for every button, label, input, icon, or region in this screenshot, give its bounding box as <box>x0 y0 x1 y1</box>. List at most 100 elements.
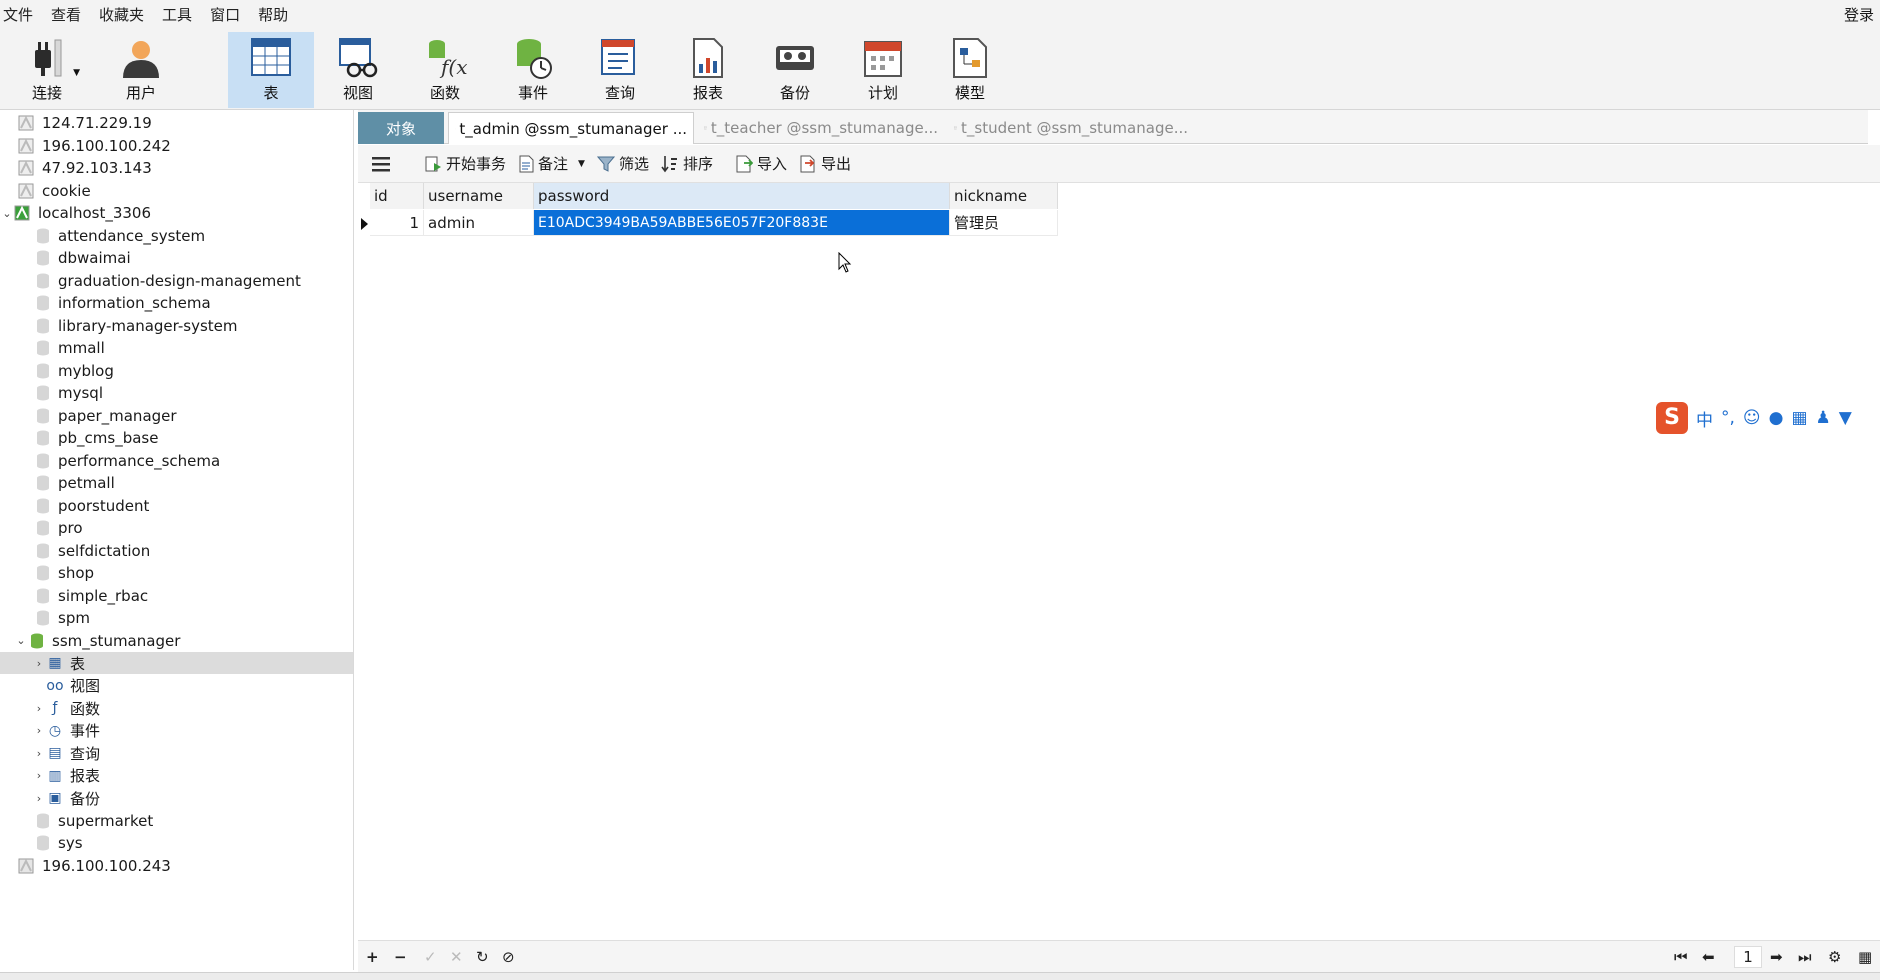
expand-toggle-icon[interactable]: ⌄ <box>14 634 28 647</box>
ime-mode-label[interactable]: 中 <box>1696 406 1713 431</box>
sogou-logo-icon[interactable]: S <box>1656 402 1688 434</box>
tree-database[interactable]: mysql <box>20 382 103 404</box>
tree-connection[interactable]: 124.71.229.19 <box>4 112 152 134</box>
gear-icon[interactable]: ⚙ <box>1828 948 1841 966</box>
cell-id[interactable]: 1 <box>370 210 424 236</box>
tree-database[interactable]: performance_schema <box>20 450 220 472</box>
add-record-button[interactable]: + <box>366 948 379 966</box>
hamburger-menu-button[interactable] <box>372 156 394 172</box>
tab-objects[interactable]: 对象 <box>358 112 444 144</box>
tree-database[interactable]: mmall <box>20 337 105 359</box>
import-button[interactable]: 导入 <box>735 153 787 174</box>
tree-database[interactable]: pb_cms_base <box>20 427 158 449</box>
tree-connection[interactable]: 196.100.100.242 <box>4 135 171 157</box>
tree-database[interactable]: selfdictation <box>20 540 150 562</box>
table-button[interactable]: 表 <box>228 32 314 108</box>
export-button[interactable]: 导出 <box>799 153 851 174</box>
next-page-icon[interactable]: ➡ <box>1770 948 1783 966</box>
tree-object-folder[interactable]: › ▥ 报表 <box>32 765 100 787</box>
discard-changes-button[interactable]: ✕ <box>450 948 463 966</box>
connect-button[interactable]: 连接 ▼ <box>4 32 90 108</box>
first-page-icon[interactable]: ⏮ <box>1674 948 1688 966</box>
punctuation-icon[interactable]: °, <box>1721 408 1735 428</box>
cell-nickname[interactable]: 管理员 <box>950 210 1058 236</box>
column-header-id[interactable]: id <box>370 183 424 209</box>
function-button[interactable]: f(x) 函数 <box>402 32 488 108</box>
delete-record-button[interactable]: − <box>394 948 407 966</box>
tree-connection[interactable]: 196.100.100.243 <box>4 855 171 877</box>
tree-connection[interactable]: 47.92.103.143 <box>4 157 152 179</box>
tree-database[interactable]: sys <box>20 832 83 854</box>
menu-help[interactable]: 帮助 <box>258 4 306 25</box>
column-header-password[interactable]: password <box>534 183 950 209</box>
tab-t-admin[interactable]: t_admin @ssm_stumanager ... <box>448 112 694 144</box>
menu-tools[interactable]: 工具 <box>162 4 210 25</box>
column-header-username[interactable]: username <box>424 183 534 209</box>
tree-database-ssm-stumanager[interactable]: ⌄ ssm_stumanager <box>14 630 180 652</box>
tree-object-folder[interactable]: › ƒ 函数 <box>32 697 100 719</box>
refresh-icon[interactable]: ↻ <box>476 948 489 966</box>
tree-object-folder[interactable]: › ◷ 事件 <box>32 720 100 742</box>
keyboard-icon[interactable]: ▦ <box>1791 408 1807 428</box>
model-button[interactable]: 模型 <box>927 32 1013 108</box>
expand-toggle-icon[interactable]: › <box>32 792 46 805</box>
tree-database[interactable]: library-manager-system <box>20 315 238 337</box>
note-button[interactable]: 备注 ▼ <box>518 153 585 174</box>
tree-database[interactable]: spm <box>20 607 90 629</box>
schedule-button[interactable]: 计划 <box>840 32 926 108</box>
cell-password[interactable]: E10ADC3949BA59ABBE56E057F20F883E <box>534 210 950 236</box>
apply-changes-button[interactable]: ✓ <box>424 948 437 966</box>
microphone-icon[interactable]: ● <box>1769 408 1784 428</box>
tree-database[interactable]: paper_manager <box>20 405 177 427</box>
emoji-icon[interactable]: ☺ <box>1743 408 1761 428</box>
cell-username[interactable]: admin <box>424 210 534 236</box>
user-button[interactable]: 用户 <box>98 32 184 108</box>
tree-database[interactable]: dbwaimai <box>20 247 131 269</box>
grid-view-icon[interactable]: ▦ <box>1858 948 1872 966</box>
tree-object-folder[interactable]: oo 视图 <box>32 675 100 697</box>
tree-database[interactable]: simple_rbac <box>20 585 148 607</box>
begin-transaction-button[interactable]: 开始事务 <box>424 153 506 174</box>
skin-icon[interactable]: ▼ <box>1839 408 1852 428</box>
expand-toggle-icon[interactable]: ⌄ <box>0 207 14 220</box>
tab-t-student[interactable]: t_student @ssm_stumanage... <box>948 112 1194 144</box>
tab-t-teacher[interactable]: t_teacher @ssm_stumanage... <box>698 112 944 144</box>
expand-toggle-icon[interactable]: › <box>32 769 46 782</box>
menu-window[interactable]: 窗口 <box>210 4 258 25</box>
menu-view[interactable]: 查看 <box>51 4 99 25</box>
previous-page-icon[interactable]: ⬅ <box>1702 948 1715 966</box>
tree-database[interactable]: pro <box>20 517 83 539</box>
tree-object-folder[interactable]: › ▦ 表 <box>0 652 353 674</box>
tree-database[interactable]: petmall <box>20 472 115 494</box>
expand-toggle-icon[interactable]: › <box>32 724 46 737</box>
sort-button[interactable]: 排序 <box>661 153 713 174</box>
menu-file[interactable]: 文件 <box>0 4 51 25</box>
chevron-down-icon[interactable]: ▼ <box>578 159 585 169</box>
tree-connection[interactable]: cookie <box>4 180 91 202</box>
expand-toggle-icon[interactable]: › <box>32 657 46 670</box>
tree-database[interactable]: graduation-design-management <box>20 270 301 292</box>
backup-button[interactable]: 备份 <box>752 32 838 108</box>
filter-button[interactable]: 筛选 <box>596 153 649 174</box>
tree-database[interactable]: attendance_system <box>20 225 205 247</box>
tree-object-folder[interactable]: › ▤ 查询 <box>32 742 100 764</box>
tree-database[interactable]: shop <box>20 562 94 584</box>
report-button[interactable]: 报表 <box>665 32 751 108</box>
tree-database[interactable]: supermarket <box>20 810 153 832</box>
column-header-nickname[interactable]: nickname <box>950 183 1058 209</box>
tree-database[interactable]: myblog <box>20 360 114 382</box>
expand-toggle-icon[interactable]: › <box>32 702 46 715</box>
tree-database[interactable]: information_schema <box>20 292 211 314</box>
stop-icon[interactable]: ⊘ <box>502 948 515 966</box>
tree-connection-localhost[interactable]: ⌄ localhost_3306 <box>0 202 151 224</box>
login-link[interactable]: 登录 <box>1844 4 1874 25</box>
view-button[interactable]: 视图 <box>315 32 401 108</box>
chevron-down-icon[interactable]: ▼ <box>73 68 80 78</box>
menu-favorites[interactable]: 收藏夹 <box>99 4 162 25</box>
expand-toggle-icon[interactable]: › <box>32 747 46 760</box>
page-number-input[interactable]: 1 <box>1734 946 1762 968</box>
event-button[interactable]: 事件 <box>490 32 576 108</box>
tree-object-folder[interactable]: › ▣ 备份 <box>32 787 100 809</box>
tree-database[interactable]: poorstudent <box>20 495 149 517</box>
query-button[interactable]: 查询 <box>577 32 663 108</box>
